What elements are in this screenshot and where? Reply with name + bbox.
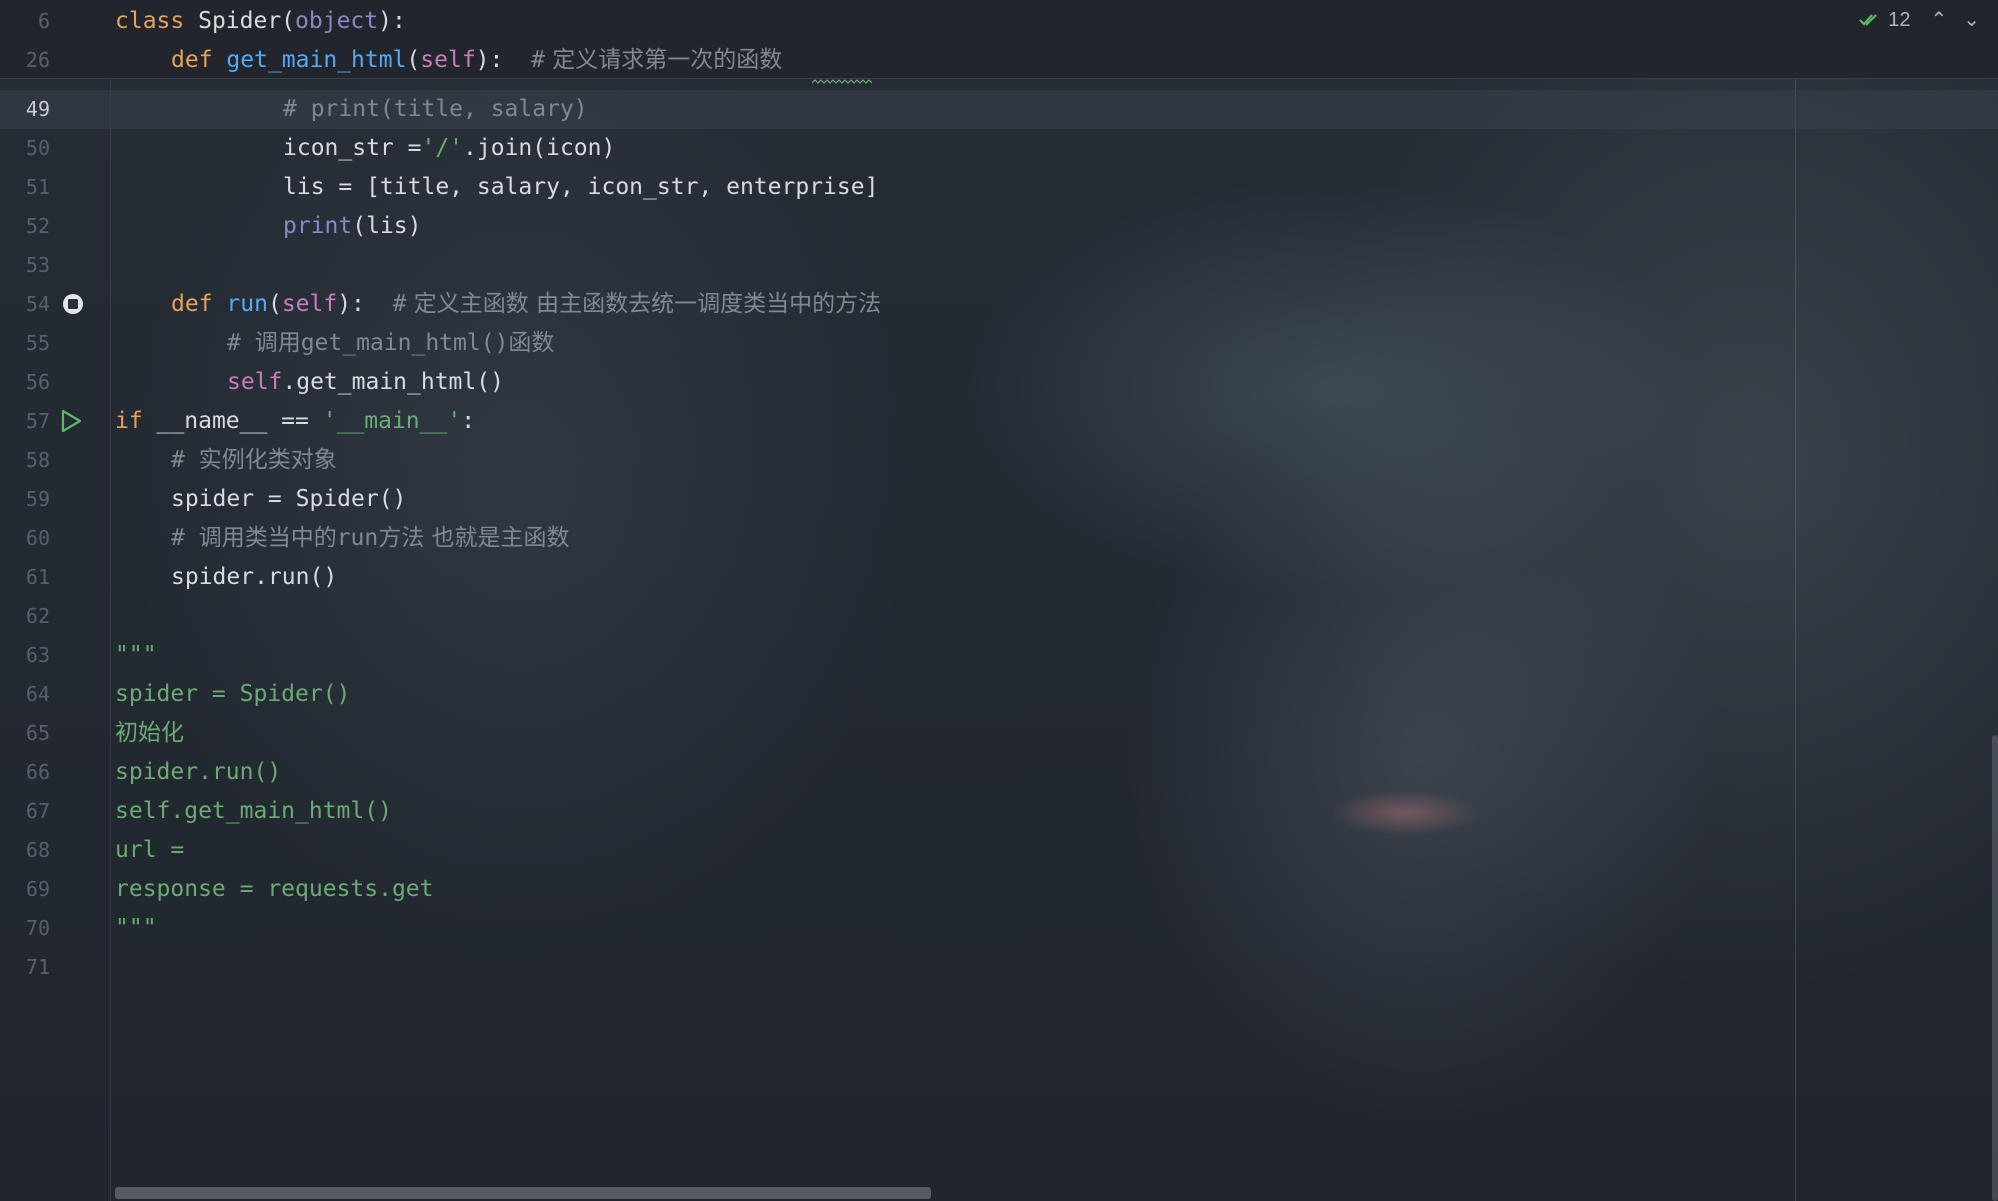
line-number: 60 — [25, 526, 50, 550]
line-number: 6 — [37, 9, 50, 33]
code-text: lis = [title, salary, icon_str, enterpri… — [283, 174, 879, 200]
inspection-widget[interactable]: 12 ⌃ ⌄ — [1858, 8, 1980, 32]
line-number: 52 — [25, 214, 50, 238]
code-text: self.get_main_html() — [115, 798, 392, 824]
line-number: 67 — [25, 799, 50, 823]
code-text: self.get_main_html() — [227, 369, 504, 395]
sticky-line-class[interactable]: 6 class Spider(object): — [0, 2, 1998, 41]
code-text: spider.run() — [171, 564, 338, 590]
line-number: 56 — [25, 370, 50, 394]
warning-squiggle — [812, 79, 872, 84]
code-text: # print(title, salary) — [283, 96, 588, 122]
code-line[interactable]: 68 url = — [0, 831, 1998, 870]
previous-highlight-icon[interactable]: ⌃ — [1930, 8, 1947, 32]
code-line[interactable]: 60 # 调用类当中的run方法 也就是主函数 — [0, 519, 1998, 558]
code-line[interactable]: 69 response = requests.get — [0, 870, 1998, 909]
code-line[interactable]: 53 — [0, 246, 1998, 285]
code-line[interactable]: 59 spider = Spider() — [0, 480, 1998, 519]
code-line[interactable]: 63 """ — [0, 636, 1998, 675]
run-icon[interactable] — [58, 408, 84, 434]
line-number: 62 — [25, 604, 50, 628]
code-line[interactable]: 52 print(lis) — [0, 207, 1998, 246]
code-line[interactable]: 54 def run(self): # 定义主函数 由主函数去统一调度类当中的方… — [0, 285, 1998, 324]
code-line[interactable]: 61 spider.run() — [0, 558, 1998, 597]
code-line[interactable]: 66 spider.run() — [0, 753, 1998, 792]
line-number: 65 — [25, 721, 50, 745]
code-text: print(lis) — [283, 213, 422, 239]
line-number: 64 — [25, 682, 50, 706]
line-number: 51 — [25, 175, 50, 199]
code-line[interactable]: 49 # print(title, salary) — [0, 90, 1998, 129]
sticky-scope-header[interactable]: 6 class Spider(object): 26 def get_main_… — [0, 0, 1998, 79]
code-line[interactable]: 65 初始化 — [0, 714, 1998, 753]
line-number: 69 — [25, 877, 50, 901]
code-text: response = requests.get — [115, 876, 434, 902]
next-highlight-icon[interactable]: ⌄ — [1963, 8, 1980, 32]
code-line[interactable]: 56 self.get_main_html() — [0, 363, 1998, 402]
line-number: 63 — [25, 643, 50, 667]
code-text: """ — [115, 642, 157, 668]
code-text: """ — [115, 915, 157, 941]
line-number: 54 — [25, 292, 50, 316]
line-number: 61 — [25, 565, 50, 589]
code-line[interactable]: 50 icon_str ='/'.join(icon) — [0, 129, 1998, 168]
line-number: 59 — [25, 487, 50, 511]
code-line[interactable]: 55 # 调用get_main_html()函数 — [0, 324, 1998, 363]
code-line[interactable]: 51 lis = [title, salary, icon_str, enter… — [0, 168, 1998, 207]
code-line[interactable]: 71 — [0, 948, 1998, 987]
line-number: 55 — [25, 331, 50, 355]
check-double-icon — [1859, 14, 1877, 26]
line-number: 50 — [25, 136, 50, 160]
line-number: 70 — [25, 916, 50, 940]
code-text: class Spider(object): — [115, 8, 406, 34]
line-number: 26 — [25, 48, 50, 72]
code-text: # 调用get_main_html()函数 — [227, 330, 555, 356]
code-text: icon_str ='/'.join(icon) — [283, 135, 616, 161]
line-number: 57 — [25, 409, 50, 433]
horizontal-scrollbar[interactable] — [115, 1187, 931, 1199]
code-text: def get_main_html(self): # 定义请求第一次的函数 — [171, 47, 783, 73]
line-number: 66 — [25, 760, 50, 784]
code-text: # 实例化类对象 — [171, 447, 337, 473]
line-number: 58 — [25, 448, 50, 472]
code-line[interactable]: 58 # 实例化类对象 — [0, 441, 1998, 480]
code-text: # 调用类当中的run方法 也就是主函数 — [171, 525, 570, 551]
code-text: url = — [115, 837, 185, 863]
inspection-count: 12 — [1888, 9, 1911, 31]
code-text: if __name__ == '__main__': — [115, 408, 476, 434]
code-line[interactable]: 67 self.get_main_html() — [0, 792, 1998, 831]
line-number: 53 — [25, 253, 50, 277]
code-text: spider = Spider() — [171, 486, 407, 512]
code-line[interactable]: 62 — [0, 597, 1998, 636]
line-number: 68 — [25, 838, 50, 862]
breakpoint-icon[interactable] — [61, 292, 85, 316]
code-line[interactable]: 64 spider = Spider() — [0, 675, 1998, 714]
code-text: spider.run() — [115, 759, 282, 785]
sticky-line-method[interactable]: 26 def get_main_html(self): # 定义请求第一次的函数 — [0, 41, 1998, 80]
code-text: 初始化 — [115, 720, 184, 746]
code-line[interactable]: 70 """ — [0, 909, 1998, 948]
vertical-scrollbar[interactable] — [1992, 735, 1998, 1201]
code-text: def run(self): # 定义主函数 由主函数去统一调度类当中的方法 — [171, 291, 882, 317]
code-line[interactable]: 57 if __name__ == '__main__': — [0, 402, 1998, 441]
line-number: 71 — [25, 955, 50, 979]
line-number: 49 — [25, 97, 50, 121]
code-text: spider = Spider() — [115, 681, 351, 707]
